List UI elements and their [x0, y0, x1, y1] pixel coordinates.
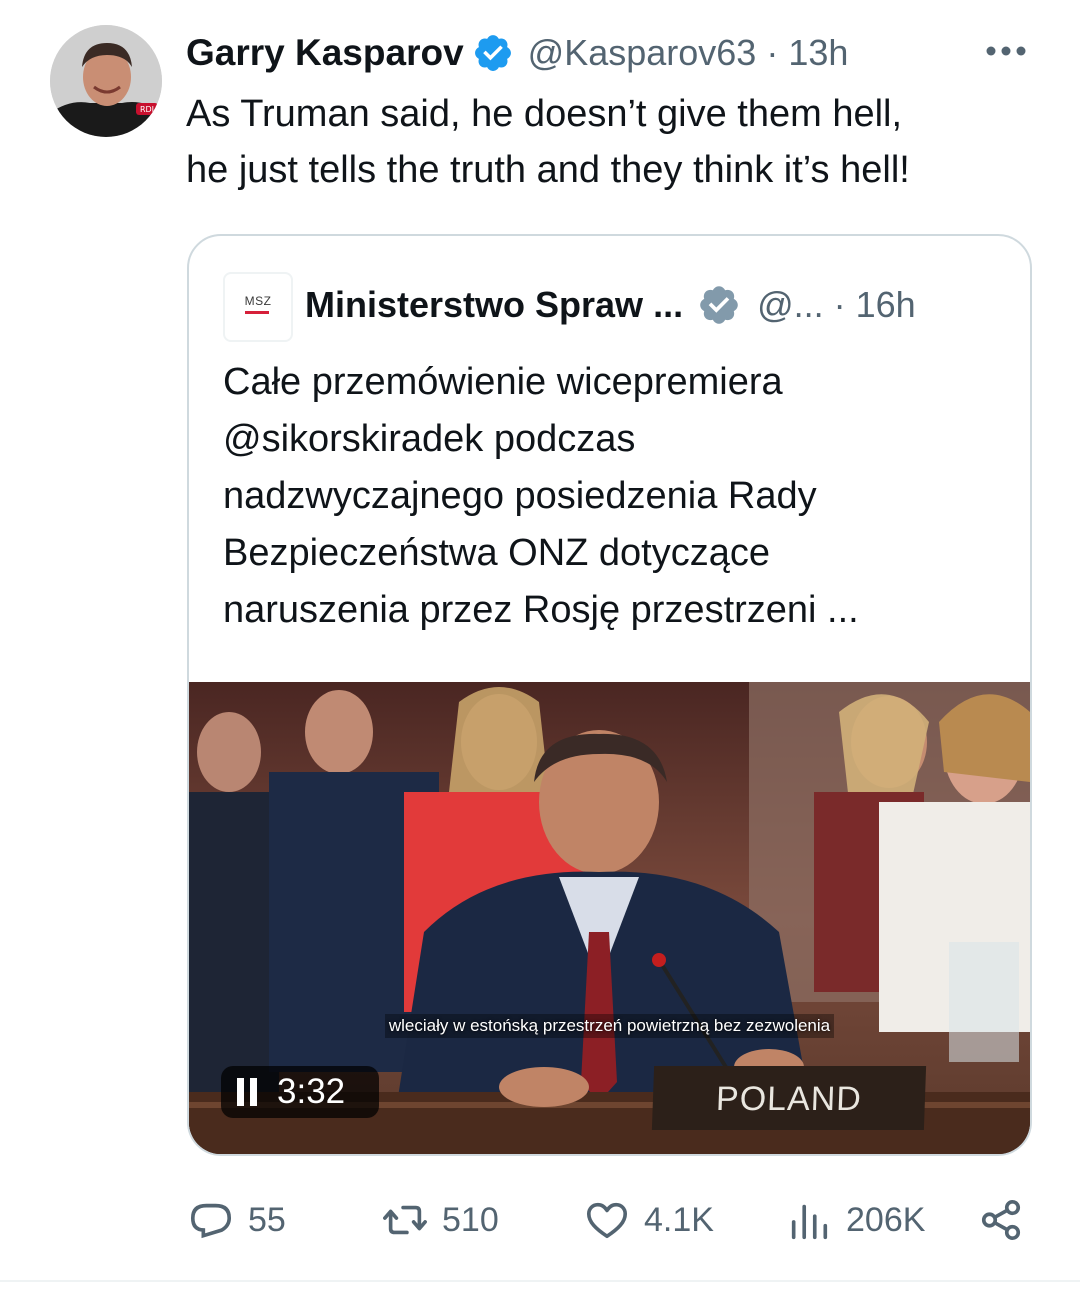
like-icon — [586, 1202, 628, 1239]
quoted-tweet-header: Ministerstwo Spraw ... @... · 16h — [305, 280, 916, 330]
placard-text: POLAND — [715, 1080, 863, 1118]
like-button[interactable]: 4.1K — [584, 1190, 714, 1250]
tweet-actions: 55 510 4.1K 206K — [188, 1190, 1038, 1250]
like-count: 4.1K — [644, 1200, 714, 1239]
quoted-author-name[interactable]: Ministerstwo Spraw ... — [305, 284, 683, 326]
video-time-badge[interactable]: 3:32 — [221, 1066, 379, 1118]
repost-icon — [383, 1205, 427, 1235]
more-options-icon[interactable] — [984, 33, 1028, 69]
verified-badge-icon[interactable] — [472, 32, 514, 74]
author-name[interactable]: Garry Kasparov — [186, 32, 464, 74]
video-subtitle: wleciały w estońską przestrzeń powietrzn… — [189, 1014, 1030, 1038]
msz-logo-text: MSZ — [244, 294, 272, 308]
share-icon — [981, 1199, 1021, 1241]
reply-button[interactable]: 55 — [188, 1190, 286, 1250]
quoted-handle-time[interactable]: @... · 16h — [757, 284, 916, 326]
gray-verified-badge-icon[interactable] — [697, 283, 741, 327]
quoted-tweet-text: Całe przemówienie wicepremiera @sikorski… — [223, 361, 859, 631]
views-button[interactable]: 206K — [786, 1190, 925, 1250]
tweet-header: Garry Kasparov @Kasparov63 · 13h — [186, 28, 848, 78]
quoted-author-avatar[interactable]: MSZ — [223, 272, 293, 342]
share-button[interactable] — [978, 1190, 1024, 1250]
quoted-tweet-card[interactable]: MSZ Ministerstwo Spraw ... @... · 16h Ca… — [187, 234, 1032, 1156]
view-count: 206K — [846, 1200, 926, 1239]
tweet-text: As Truman said, he doesn’t give them hel… — [186, 93, 910, 191]
repost-button[interactable]: 510 — [382, 1190, 499, 1250]
avatar-photo: RDI — [50, 25, 162, 137]
repost-count: 510 — [442, 1200, 499, 1239]
tweet-divider — [0, 1280, 1080, 1282]
pause-icon[interactable] — [237, 1078, 259, 1106]
video-player[interactable]: wleciały w estońską przestrzeń powietrzn… — [189, 682, 1030, 1154]
author-avatar[interactable]: RDI — [50, 25, 162, 137]
svg-text:RDI: RDI — [140, 105, 154, 114]
reply-icon — [190, 1203, 232, 1239]
video-subtitle-text: wleciały w estońską przestrzeń powietrzn… — [384, 1014, 835, 1038]
author-handle-time[interactable]: @Kasparov63 · 13h — [528, 32, 849, 74]
country-placard: POLAND — [651, 1066, 927, 1130]
video-time: 3:32 — [277, 1072, 346, 1111]
views-icon — [791, 1204, 828, 1240]
msz-logo-line — [245, 311, 269, 314]
reply-count: 55 — [248, 1200, 286, 1239]
